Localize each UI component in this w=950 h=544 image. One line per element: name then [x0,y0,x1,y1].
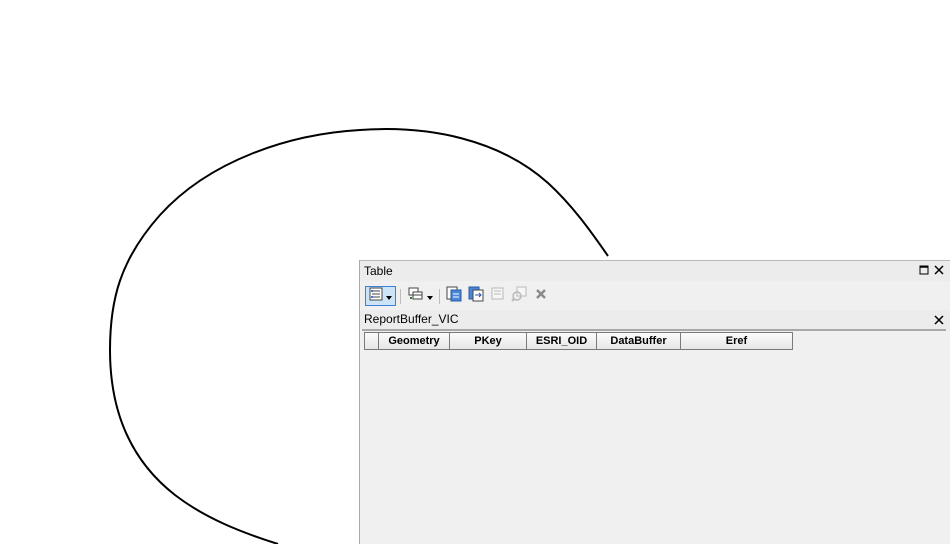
column-header-pkey[interactable]: PKey [450,332,527,350]
chevron-down-icon [386,287,392,305]
column-header-geometry[interactable]: Geometry [379,332,450,350]
table-toolbar [360,282,950,309]
close-icon[interactable] [933,264,945,276]
tab-label: ReportBuffer_VIC [364,312,459,326]
table-window: Table ReportBuffer_VIC Geometry PKey ESR… [359,260,950,544]
window-title: Table [364,264,393,278]
column-header-esri-oid[interactable]: ESRI_OID [527,332,597,350]
close-tab-icon[interactable] [933,314,945,326]
grid-header-row: Geometry PKey ESRI_OID DataBuffer Eref [364,332,793,350]
select-by-attributes-button[interactable] [444,286,464,306]
divider [362,329,946,331]
window-title-bar[interactable]: Table [360,261,950,281]
attribute-grid[interactable]: Geometry PKey ESRI_OID DataBuffer Eref [362,332,948,544]
zoom-to-selected-icon [511,286,527,307]
related-tables-icon [408,287,424,306]
chevron-down-icon [426,287,433,305]
select-by-attributes-icon [446,286,462,307]
table-options-icon [369,287,383,306]
delete-selected-icon [535,287,547,305]
table-options-button[interactable] [365,286,396,306]
switch-selection-icon [468,286,484,307]
table-tab[interactable]: ReportBuffer_VIC [360,310,950,329]
maximize-icon[interactable] [918,264,930,276]
column-header-databuffer[interactable]: DataBuffer [597,332,681,350]
row-selector-header[interactable] [364,332,379,350]
zoom-to-selected-button[interactable] [509,286,529,306]
switch-selection-button[interactable] [466,286,486,306]
delete-selected-button[interactable] [532,286,550,306]
related-tables-button[interactable] [405,286,435,306]
clear-selection-button[interactable] [488,286,506,306]
clear-selection-icon [491,287,504,305]
column-header-eref[interactable]: Eref [681,332,793,350]
